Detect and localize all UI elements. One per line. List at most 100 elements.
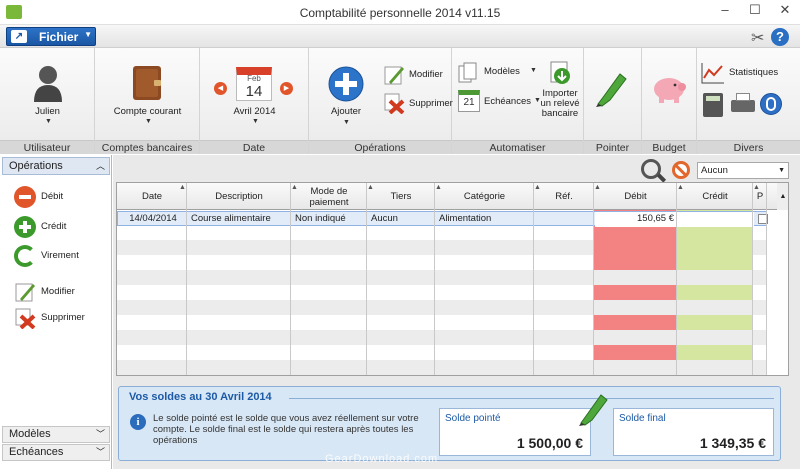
tools-icon[interactable]: ✂: [751, 28, 764, 48]
calendar-icon: Feb 14: [236, 67, 272, 101]
refresh-icon: [14, 245, 36, 267]
sidebar-section-modeles[interactable]: Modèles ﹀: [2, 426, 110, 443]
date-selector[interactable]: Avril 2014 ▼: [200, 103, 309, 128]
plus-circle-icon: [14, 216, 36, 238]
account-name: Compte courant: [113, 106, 182, 117]
sidebar-item-modifier[interactable]: Modifier: [12, 280, 108, 304]
sidebar-section-label: Echéances: [9, 446, 64, 458]
statistiques-label: Statistiques: [729, 67, 779, 78]
sidebar-header-operations[interactable]: Opérations ︿: [2, 157, 110, 175]
highlighter-icon: [596, 73, 627, 107]
chevron-down-icon: ▼: [343, 119, 350, 126]
importer-label: Importer un relevé bancaire: [540, 88, 580, 119]
sidebar-item-label: Supprimer: [41, 312, 85, 323]
chevron-down-icon: ▼: [778, 167, 785, 174]
scroll-up-button[interactable]: ▲: [777, 183, 788, 210]
echeances-button[interactable]: 21 Echéances ▼: [458, 90, 541, 114]
divider: [289, 398, 774, 399]
printer-icon: [731, 100, 755, 112]
column-divider: [435, 183, 534, 375]
printer-button[interactable]: [731, 93, 755, 115]
group-label-budget: Budget: [642, 140, 696, 154]
chevron-down-icon: ▼: [84, 30, 92, 39]
clear-filter-icon[interactable]: [672, 161, 690, 179]
modifier-button[interactable]: Modifier: [383, 64, 449, 86]
echeances-label: Echéances: [484, 96, 532, 107]
group-label-date: Date: [200, 140, 308, 154]
sidebar-header-label: Opérations: [9, 160, 63, 172]
calendar-month: Feb: [247, 74, 261, 83]
calculator-icon: [706, 96, 720, 101]
supprimer-button[interactable]: Supprimer: [383, 92, 453, 116]
sidebar-item-virement[interactable]: Virement: [12, 244, 108, 268]
chevron-down-icon: ▼: [252, 118, 259, 125]
fichier-menu-button[interactable]: ↗ Fichier ▼: [6, 27, 96, 46]
chevron-up-icon: ︿: [95, 161, 105, 171]
delete-x-icon: [15, 308, 36, 329]
next-month-button[interactable]: ▶: [280, 82, 293, 95]
solde-final-box: Solde final 1 349,35 €: [613, 408, 774, 456]
watermark: GearDownload.com: [325, 453, 439, 465]
statistiques-button[interactable]: Statistiques: [701, 62, 797, 86]
minimize-button[interactable]: –: [710, 0, 740, 22]
user-button[interactable]: Julien ▼: [0, 48, 95, 138]
sidebar-item-supprimer[interactable]: Supprimer: [12, 306, 108, 330]
importer-button[interactable]: Importer un relevé bancaire: [538, 58, 582, 124]
column-divider: [753, 183, 767, 375]
group-label-automatiser: Automatiser: [452, 140, 583, 154]
chevron-down-icon: ▼: [145, 118, 152, 125]
modeles-button[interactable]: Modèles ▼: [458, 62, 537, 86]
prev-month-button[interactable]: ◀: [214, 82, 227, 95]
sidebar-item-label: Crédit: [41, 221, 67, 232]
solde-pointe-label: Solde pointé: [445, 413, 501, 424]
ajouter-button[interactable]: Ajouter ▼: [317, 60, 375, 132]
column-divider: [117, 183, 187, 375]
soldes-panel: Vos soldes au 30 Avril 2014 i Le solde p…: [118, 386, 781, 461]
calendar-day: 14: [245, 83, 263, 100]
sidebar-item-label: Débit: [41, 191, 64, 202]
account-selector[interactable]: Compte courant ▼: [95, 48, 200, 138]
close-button[interactable]: ✕: [770, 0, 800, 22]
help-icon[interactable]: ?: [771, 28, 789, 46]
sidebar-item-credit[interactable]: Crédit: [12, 215, 108, 239]
calculator-button[interactable]: [703, 93, 723, 117]
sidebar-section-echeances[interactable]: Echéances ﹀: [2, 444, 110, 461]
folder-icon: ↗: [11, 30, 27, 43]
solde-pointe-value: 1 500,00 €: [516, 435, 583, 451]
date-value: Avril 2014: [233, 106, 276, 117]
ribbon-top-bar: ↗ Fichier ▼ ✂ ?: [0, 25, 800, 48]
user-avatar-icon: [34, 66, 62, 102]
chevron-down-icon: ▼: [45, 118, 52, 125]
user-name: Julien: [35, 106, 60, 117]
operations-table: Date Description Mode de paiement Tiers …: [116, 182, 789, 376]
ajouter-label: Ajouter: [330, 106, 362, 117]
chevron-down-icon: ﹀: [95, 447, 105, 457]
minus-circle-icon: [14, 186, 36, 208]
soldes-info-text: Le solde pointé est le solde que vous av…: [153, 413, 419, 446]
plus-circle-icon: [328, 66, 364, 102]
maximize-button[interactable]: ☐: [740, 0, 770, 22]
ribbon: Julien ▼ Utilisateur Compte courant ▼ Co…: [0, 48, 800, 154]
sidebar-item-debit[interactable]: Débit: [12, 185, 108, 209]
web-button[interactable]: [760, 93, 782, 115]
pencil-icon: [384, 66, 404, 85]
solde-pointe-box: Solde pointé 1 500,00 €: [439, 408, 591, 456]
sidebar-item-label: Virement: [41, 250, 79, 261]
sidebar-section-label: Modèles: [9, 428, 51, 440]
group-pointer: Pointer: [584, 48, 642, 154]
delete-x-icon: [384, 93, 405, 114]
group-date: ◀ Feb 14 ▶ Avril 2014 ▼ Date: [200, 48, 309, 154]
pointer-button[interactable]: [584, 48, 642, 138]
group-utilisateur: Julien ▼ Utilisateur: [0, 48, 95, 154]
modifier-label: Modifier: [409, 69, 443, 80]
budget-button[interactable]: [642, 48, 697, 138]
solde-final-value: 1 349,35 €: [699, 435, 766, 451]
download-icon: [550, 61, 570, 84]
window-title: Comptabilité personnelle 2014 v11.15: [299, 6, 501, 20]
column-divider: [594, 183, 677, 375]
group-automatiser: Modèles ▼ 21 Echéances ▼ Importer un rel…: [452, 48, 584, 154]
calendar-icon: 21: [458, 90, 480, 112]
filter-select[interactable]: Aucun ▼: [697, 162, 789, 179]
column-divider: [367, 183, 435, 375]
group-label-divers: Divers: [697, 140, 800, 154]
